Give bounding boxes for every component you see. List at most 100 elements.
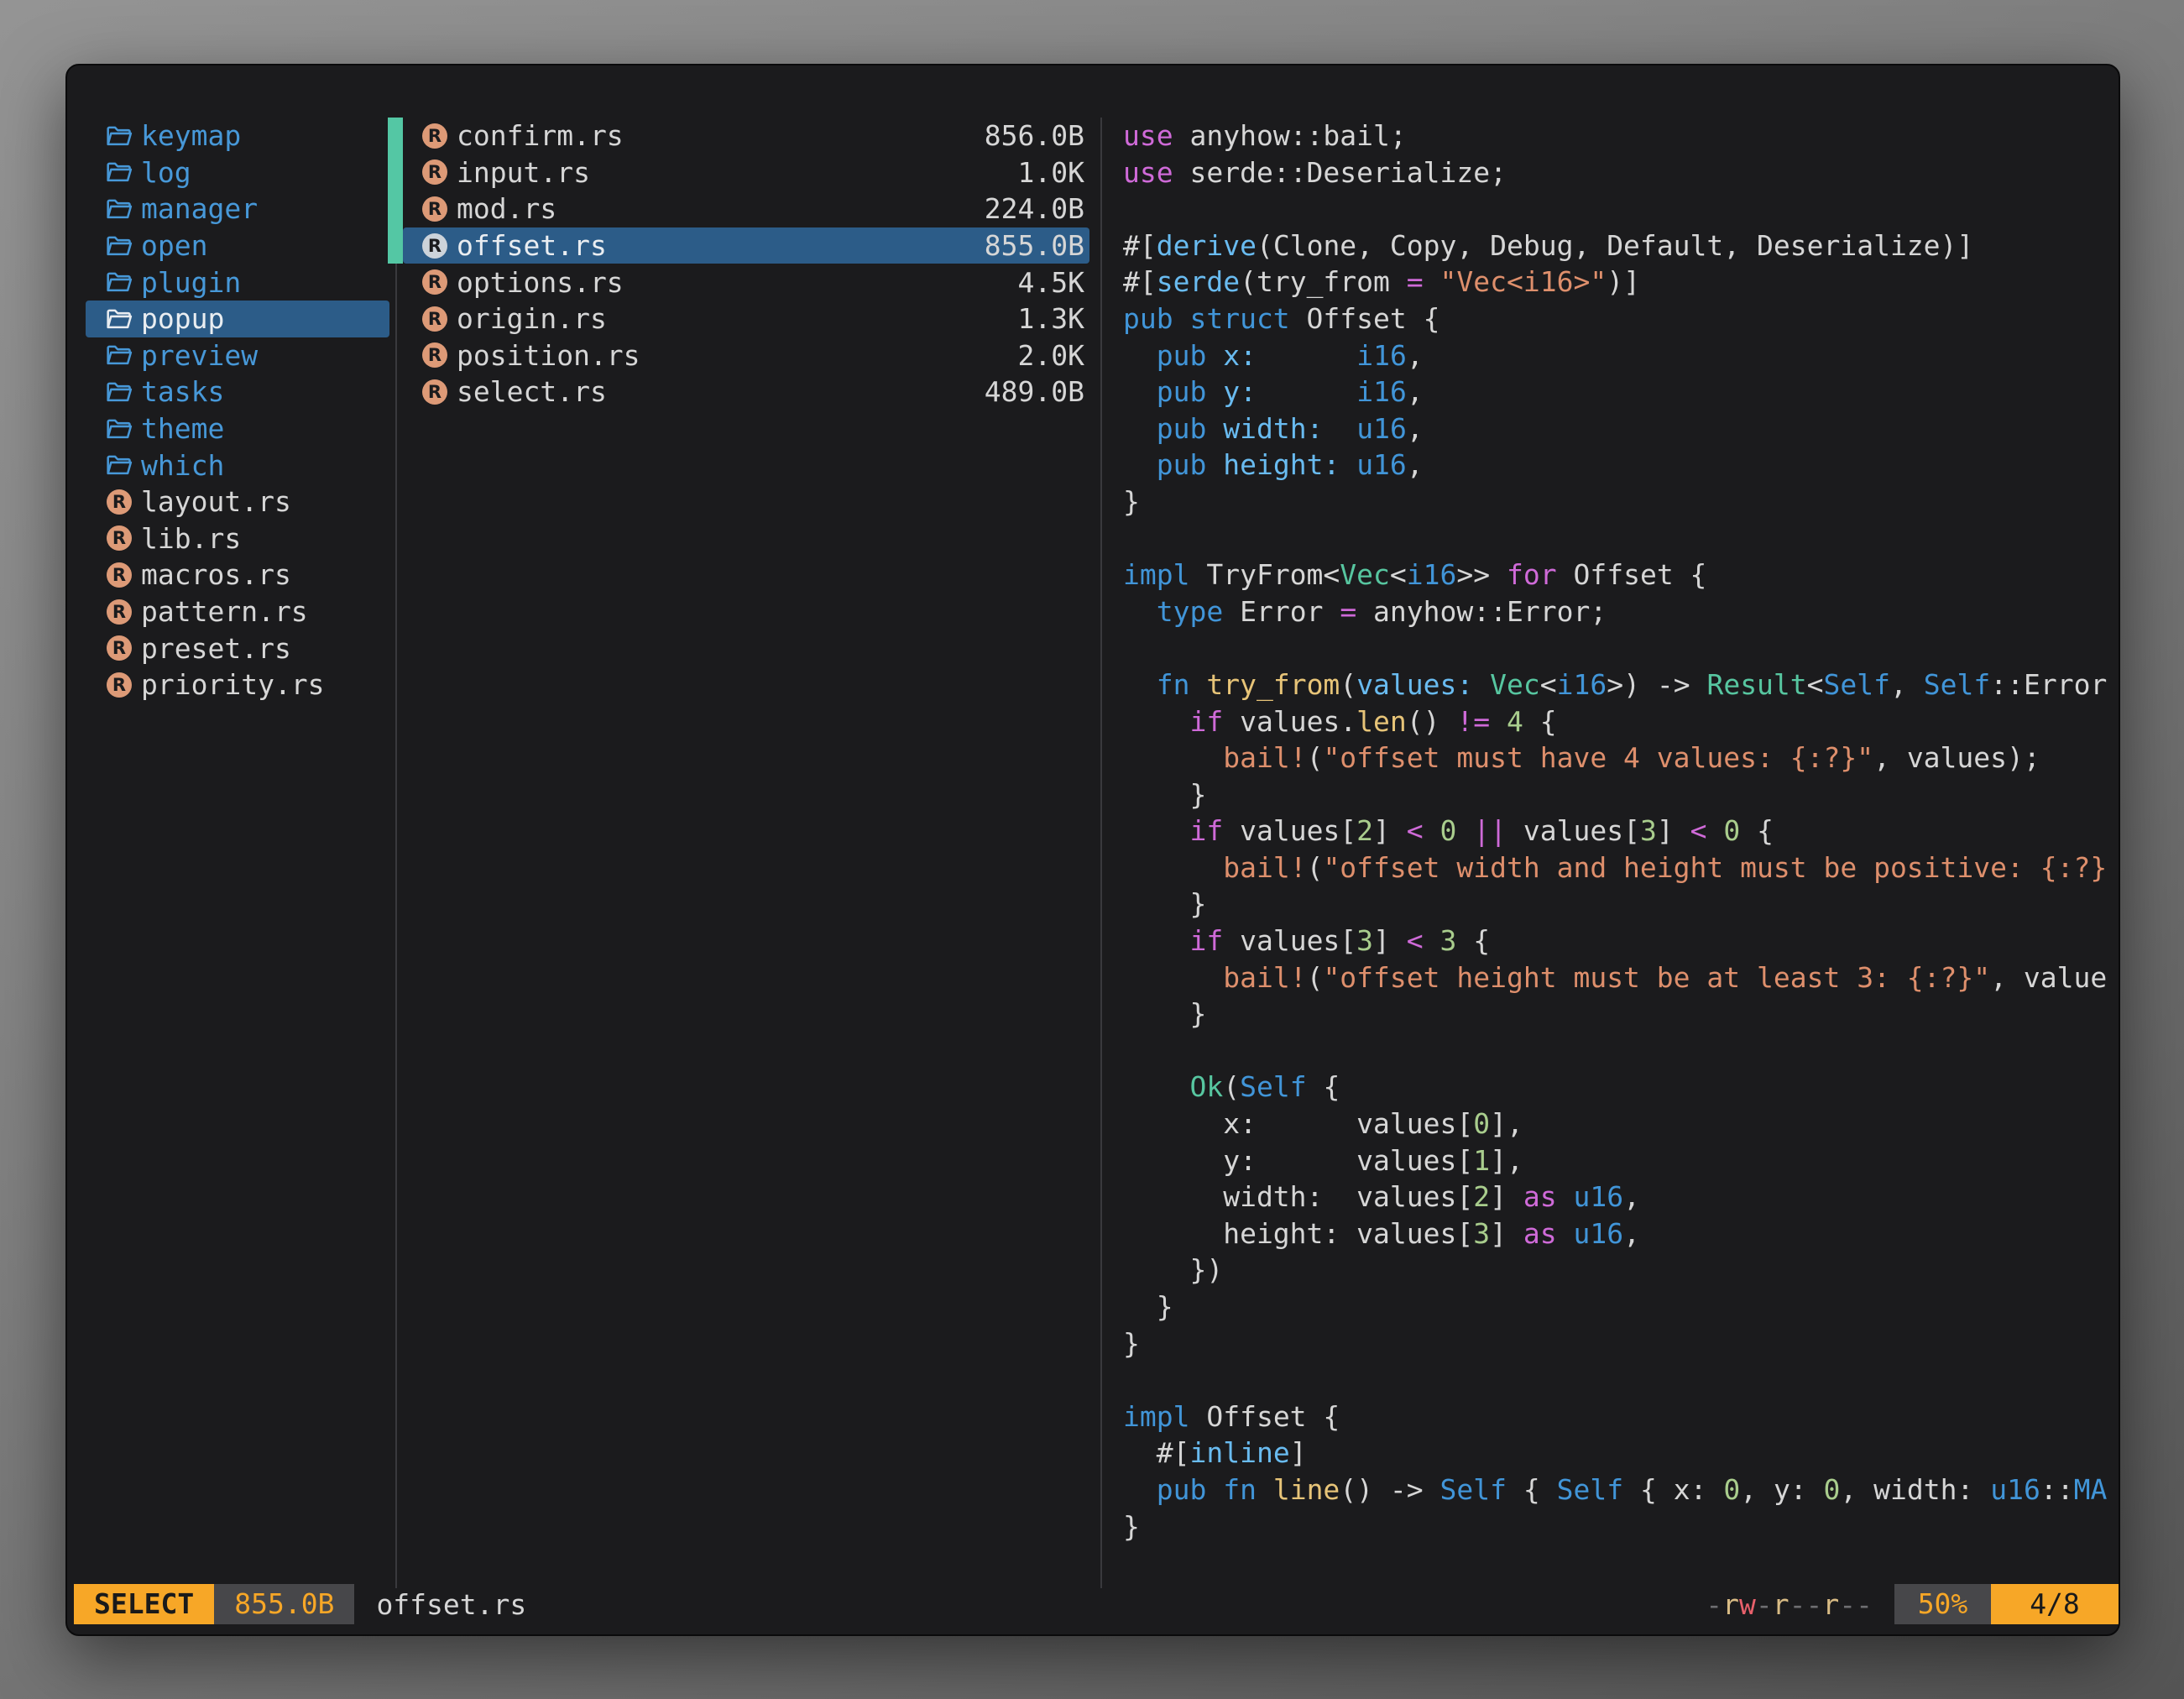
folder-open-icon [106, 379, 133, 405]
rust-icon: R [421, 196, 448, 222]
code-line: pub y: i16, [1123, 374, 2119, 410]
code-line: impl Offset { [1123, 1398, 2119, 1435]
file-size: 224.0B [985, 192, 1084, 225]
file-name: preset.rs [141, 632, 291, 665]
parent-item-manager[interactable]: manager [86, 191, 389, 227]
code-line: } [1123, 776, 2119, 813]
rust-icon: R [421, 269, 448, 295]
visual-select-marker [388, 227, 403, 264]
file-name: mod.rs [457, 192, 556, 225]
code-line: if values.len() != 4 { [1123, 703, 2119, 740]
parent-pane: keymaplogmanageropenpluginpopuppreviewta… [86, 118, 389, 703]
file-size: 4.5K [1018, 266, 1084, 299]
folder-open-icon [106, 196, 133, 222]
file-size: 2.0K [1018, 339, 1084, 372]
current-item-options.rs[interactable]: Roptions.rs4.5K [403, 264, 1089, 301]
code-line [1123, 1032, 2119, 1069]
current-item-input.rs[interactable]: Rinput.rs1.0K [403, 154, 1089, 191]
parent-item-theme[interactable]: theme [86, 410, 389, 447]
parent-item-preview[interactable]: preview [86, 337, 389, 374]
code-line: height: values[3] as u16, [1123, 1215, 2119, 1252]
scroll-percent-badge: 50% [1894, 1584, 1991, 1624]
file-name: offset.rs [457, 229, 607, 262]
file-name: open [141, 229, 207, 262]
file-name: origin.rs [457, 302, 607, 335]
rust-icon: R [106, 525, 133, 552]
rust-icon: R [106, 599, 133, 625]
folder-open-icon [106, 416, 133, 442]
file-size: 856.0B [985, 119, 1084, 152]
code-line: } [1123, 996, 2119, 1032]
file-name: macros.rs [141, 558, 291, 591]
code-line: }) [1123, 1252, 2119, 1289]
visual-select-marker [388, 154, 403, 191]
parent-item-open[interactable]: open [86, 227, 389, 264]
parent-item-plugin[interactable]: plugin [86, 264, 389, 301]
visual-select-marker [388, 191, 403, 227]
code-line [1123, 191, 2119, 227]
file-size: 1.3K [1018, 302, 1084, 335]
code-line: } [1123, 1325, 2119, 1362]
parent-item-which[interactable]: which [86, 447, 389, 484]
current-item-mod.rs[interactable]: Rmod.rs 224.0B [403, 191, 1089, 227]
code-line: } [1123, 484, 2119, 520]
rust-icon: R [106, 672, 133, 698]
parent-item-tasks[interactable]: tasks [86, 374, 389, 410]
code-line: bail!("offset must have 4 values: {:?}",… [1123, 740, 2119, 776]
file-name: tasks [141, 375, 224, 408]
current-item-offset.rs[interactable]: Roffset.rs855.0B [403, 227, 1089, 264]
folder-open-icon [106, 452, 133, 478]
current-item-confirm.rs[interactable]: Rconfirm.rs856.0B [403, 118, 1089, 154]
code-line: pub fn line() -> Self { Self { x: 0, y: … [1123, 1472, 2119, 1508]
code-line [1123, 630, 2119, 667]
parent-item-macros.rs[interactable]: Rmacros.rs [86, 557, 389, 593]
code-line: bail!("offset height must be at least 3:… [1123, 959, 2119, 996]
code-line: if values[2] < 0 || values[3] < 0 { [1123, 813, 2119, 850]
parent-item-pattern.rs[interactable]: Rpattern.rs [86, 593, 389, 630]
code-line [1123, 1362, 2119, 1398]
file-size-badge: 855.0B [214, 1584, 354, 1624]
rust-icon: R [421, 306, 448, 332]
parent-item-preset.rs[interactable]: Rpreset.rs [86, 630, 389, 667]
file-name: priority.rs [141, 668, 325, 701]
file-name: confirm.rs [457, 119, 624, 152]
current-item-origin.rs[interactable]: Rorigin.rs 1.3K [403, 301, 1089, 337]
parent-item-lib.rs[interactable]: Rlib.rs [86, 520, 389, 557]
current-item-select.rs[interactable]: Rselect.rs489.0B [403, 374, 1089, 410]
file-size: 489.0B [985, 375, 1084, 408]
folder-open-icon [106, 342, 133, 369]
code-line: Ok(Self { [1123, 1069, 2119, 1106]
code-line [1123, 520, 2119, 557]
parent-item-layout.rs[interactable]: Rlayout.rs [86, 484, 389, 520]
parent-item-log[interactable]: log [86, 154, 389, 191]
rust-icon: R [106, 635, 133, 661]
parent-item-priority.rs[interactable]: Rpriority.rs [86, 667, 389, 703]
code-line: pub struct Offset { [1123, 301, 2119, 337]
parent-item-popup[interactable]: popup [86, 301, 389, 337]
preview-pane: use anyhow::bail;use serde::Deserialize;… [1123, 118, 2119, 1545]
folder-open-icon [106, 233, 133, 259]
file-name: input.rs [457, 156, 590, 189]
yazi-window: keymaplogmanageropenpluginpopuppreviewta… [65, 64, 2120, 1636]
code-line: if values[3] < 3 { [1123, 923, 2119, 959]
code-line: type Error = anyhow::Error; [1123, 593, 2119, 630]
code-line: impl TryFrom<Vec<i16>> for Offset { [1123, 557, 2119, 593]
code-line: pub height: u16, [1123, 447, 2119, 484]
mode-badge: SELECT [74, 1584, 214, 1624]
folder-open-icon [106, 269, 133, 295]
visual-select-marker [388, 118, 403, 154]
cursor-position-badge: 4/8 [1991, 1584, 2119, 1624]
file-name: theme [141, 412, 224, 445]
code-line: use anyhow::bail; [1123, 118, 2119, 154]
folder-open-icon [106, 123, 133, 149]
permissions: -rw-r--r-- [1706, 1588, 1873, 1621]
file-name: popup [141, 302, 224, 335]
file-name: which [141, 449, 224, 482]
code-line: y: values[1], [1123, 1142, 2119, 1179]
code-line: } [1123, 1289, 2119, 1325]
code-line: x: values[0], [1123, 1106, 2119, 1142]
code-line: } [1123, 886, 2119, 923]
parent-item-keymap[interactable]: keymap [86, 118, 389, 154]
status-bar: SELECT 855.0B offset.rs -rw-r--r-- 50% 4… [74, 1584, 2119, 1624]
current-item-position.rs[interactable]: Rposition.rs2.0K [403, 337, 1089, 374]
